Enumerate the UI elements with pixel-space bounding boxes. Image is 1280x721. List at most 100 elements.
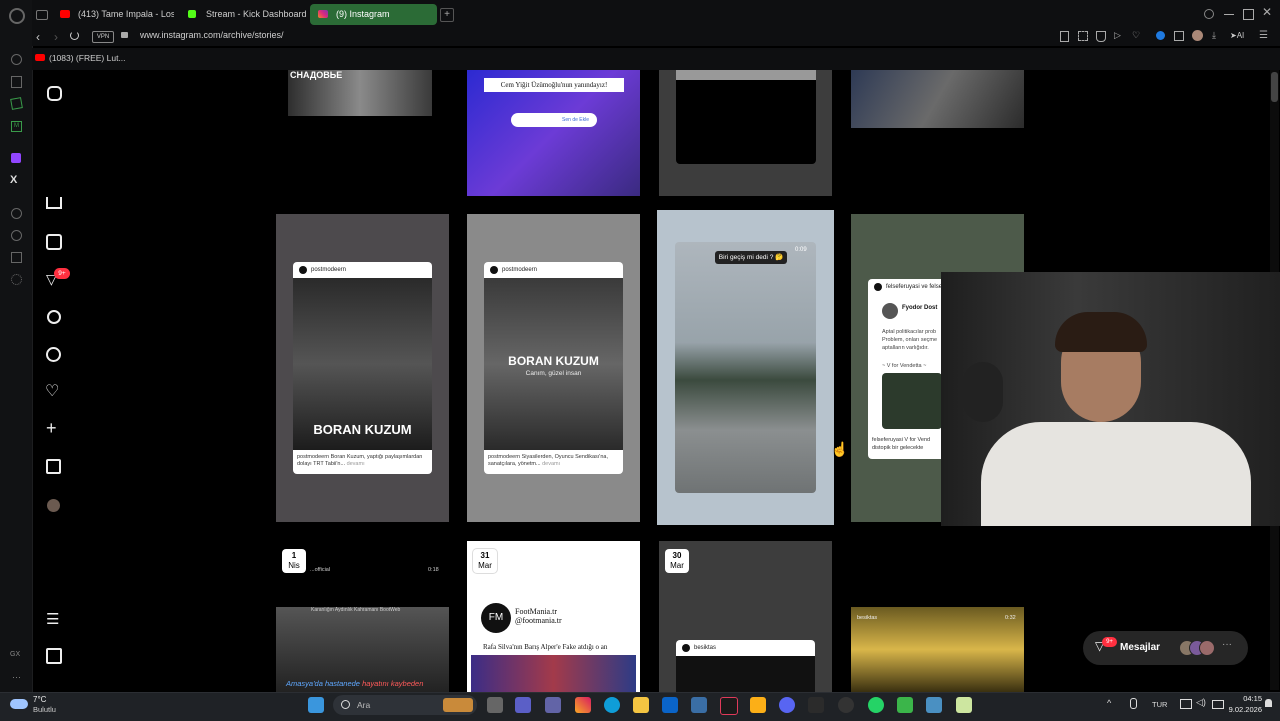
vpn-badge[interactable]: VPN xyxy=(92,31,114,43)
profile-avatar-small[interactable] xyxy=(1192,30,1203,41)
bookmark-item[interactable]: (1083) (FREE) Lut... xyxy=(35,53,126,63)
outlook-icon[interactable] xyxy=(662,697,678,713)
network-icon[interactable] xyxy=(1180,699,1192,709)
easy-setup-icon[interactable]: ☰ xyxy=(1259,30,1268,41)
profile-avatar-icon[interactable] xyxy=(47,499,60,512)
story-tile[interactable]: 31 Mar FM FootMania.tr @footmania.tr Rafa… xyxy=(467,541,640,692)
story-tile[interactable] xyxy=(659,70,832,196)
discord-icon[interactable] xyxy=(779,697,795,713)
story-tile[interactable]: Cem Yiğit Üzümoğlu'nun yanındayız! Sen d… xyxy=(467,70,640,196)
lock-icon[interactable] xyxy=(121,32,128,38)
copilot-icon[interactable] xyxy=(575,697,591,713)
heart-outline-icon[interactable]: ♡ xyxy=(1132,30,1140,41)
twitch-icon[interactable] xyxy=(11,153,21,163)
valorant-icon[interactable] xyxy=(808,697,824,713)
new-tab-button[interactable]: + xyxy=(440,8,454,22)
story-tile[interactable]: besiktas 0:32 xyxy=(851,541,1024,692)
more-link[interactable]: devamı xyxy=(542,461,560,467)
story-tile[interactable]: 1 Nis ...official 0:18 Karanlığın Aydınlı… xyxy=(276,541,449,692)
story-tile[interactable]: postmodeern BORAN KUZUM Canım, güzel ins… xyxy=(467,214,640,522)
story-tile[interactable] xyxy=(851,70,1024,196)
threads-icon[interactable] xyxy=(46,648,62,664)
opera-logo-icon[interactable] xyxy=(9,8,25,24)
add-yours-sticker[interactable]: Sen de Ekle xyxy=(511,113,597,127)
play-icon[interactable]: ▷ xyxy=(1114,30,1121,41)
post-caption: felseferuyasi V for Vend xyxy=(872,437,931,443)
messages-button[interactable]: ▽ 9+ Mesajlar ··· xyxy=(1083,631,1248,665)
more-icon[interactable]: ··· xyxy=(12,672,21,682)
close-window-button[interactable]: ✕ xyxy=(1262,5,1272,19)
story-tile[interactable]: 30 Mar besiktas xyxy=(659,541,832,692)
player-icon[interactable] xyxy=(11,208,22,219)
back-icon[interactable]: ‹ xyxy=(36,30,40,44)
whatsapp-icon[interactable] xyxy=(868,697,884,713)
more-link[interactable]: devamı xyxy=(347,461,365,467)
instagram-logo-icon[interactable] xyxy=(47,86,62,101)
mic-icon[interactable] xyxy=(1130,698,1137,709)
ai-button[interactable]: ➤AI xyxy=(1230,31,1244,40)
extensions-icon[interactable] xyxy=(11,252,22,263)
tweet-author: Fyodor Dost xyxy=(902,305,938,311)
heart-icon[interactable]: ♡ xyxy=(45,381,65,401)
lang-indicator[interactable]: TUR xyxy=(1152,700,1167,709)
taskbar-search[interactable]: Ara xyxy=(333,695,477,715)
story-tile-hovered[interactable]: Biri geçiş mi dedi ? 🤔 0:09 xyxy=(657,210,834,525)
scrollbar-thumb[interactable] xyxy=(1271,72,1278,102)
volume-icon[interactable]: ◁) xyxy=(1196,697,1206,708)
tab-label: (413) Tame Impala - Loser xyxy=(78,9,174,19)
clock-date[interactable]: 9.02.2026 xyxy=(1210,705,1262,714)
extension-blue-icon[interactable] xyxy=(1156,31,1165,40)
game-icon[interactable] xyxy=(897,697,913,713)
m-icon[interactable]: M xyxy=(11,121,22,132)
maximize-button[interactable] xyxy=(1243,9,1254,20)
pinboard-icon[interactable] xyxy=(11,76,22,88)
photo-icon[interactable] xyxy=(926,697,942,713)
teams-icon[interactable] xyxy=(545,697,561,713)
reload-icon[interactable] xyxy=(70,31,79,40)
dashboard-icon[interactable] xyxy=(46,459,61,474)
tab-youtube[interactable]: (413) Tame Impala - Loser xyxy=(52,4,174,25)
menu-icon[interactable]: ☰ xyxy=(46,610,66,630)
x-icon[interactable]: X xyxy=(10,174,17,186)
opera-gx-icon[interactable] xyxy=(720,697,738,715)
settings-icon[interactable] xyxy=(11,274,22,285)
tab-kick[interactable]: Stream - Kick Dashboard xyxy=(180,4,308,25)
puzzle-icon[interactable] xyxy=(1174,31,1184,41)
streamer-hair xyxy=(1055,312,1147,352)
clock-icon[interactable] xyxy=(11,230,22,241)
start-icon[interactable] xyxy=(308,697,324,713)
clock-time[interactable]: 04:15 xyxy=(1228,694,1262,703)
notification-bell-icon[interactable] xyxy=(1265,699,1272,707)
edge-icon[interactable] xyxy=(604,697,620,713)
tray-chevron-icon[interactable]: ^ xyxy=(1107,698,1111,708)
calculator-icon[interactable] xyxy=(691,697,707,713)
notification-badge: 9+ xyxy=(54,268,70,279)
weather-widget[interactable]: 7°C Bulutlu xyxy=(10,694,80,718)
url-field[interactable]: www.instagram.com/archive/stories/ xyxy=(140,30,284,40)
gx-icon[interactable]: GX xyxy=(10,651,20,658)
app-icon[interactable] xyxy=(515,697,531,713)
search-icon[interactable] xyxy=(47,310,61,324)
bookmark-icon[interactable] xyxy=(1060,31,1069,42)
notepad-icon[interactable] xyxy=(956,697,972,713)
ai-icon[interactable] xyxy=(10,97,23,110)
history-icon[interactable] xyxy=(11,54,22,65)
reels-icon[interactable] xyxy=(46,234,62,250)
tab-instagram[interactable]: (9) Instagram xyxy=(310,4,437,25)
search-tabs-icon[interactable] xyxy=(1204,9,1214,19)
downloads-icon[interactable]: ⤓ xyxy=(1212,30,1216,41)
story-tile[interactable]: СНАДОВЬЕ xyxy=(276,70,449,196)
explore-icon[interactable] xyxy=(46,347,61,362)
workspace-icon[interactable] xyxy=(36,10,48,20)
story-tile[interactable]: postmodeern BORAN KUZUM postmodeern Bora… xyxy=(276,214,449,522)
minimize-button[interactable] xyxy=(1224,14,1234,15)
explorer-icon[interactable] xyxy=(633,697,649,713)
taskview-icon[interactable] xyxy=(487,697,503,713)
snapshot-icon[interactable] xyxy=(1078,31,1088,41)
rockstar-icon[interactable] xyxy=(750,697,766,713)
home-icon[interactable] xyxy=(46,197,62,209)
obs-icon[interactable] xyxy=(838,697,854,713)
forward-icon[interactable]: › xyxy=(54,30,58,44)
shield-icon[interactable] xyxy=(1096,31,1106,42)
create-icon[interactable]: + xyxy=(46,418,66,438)
